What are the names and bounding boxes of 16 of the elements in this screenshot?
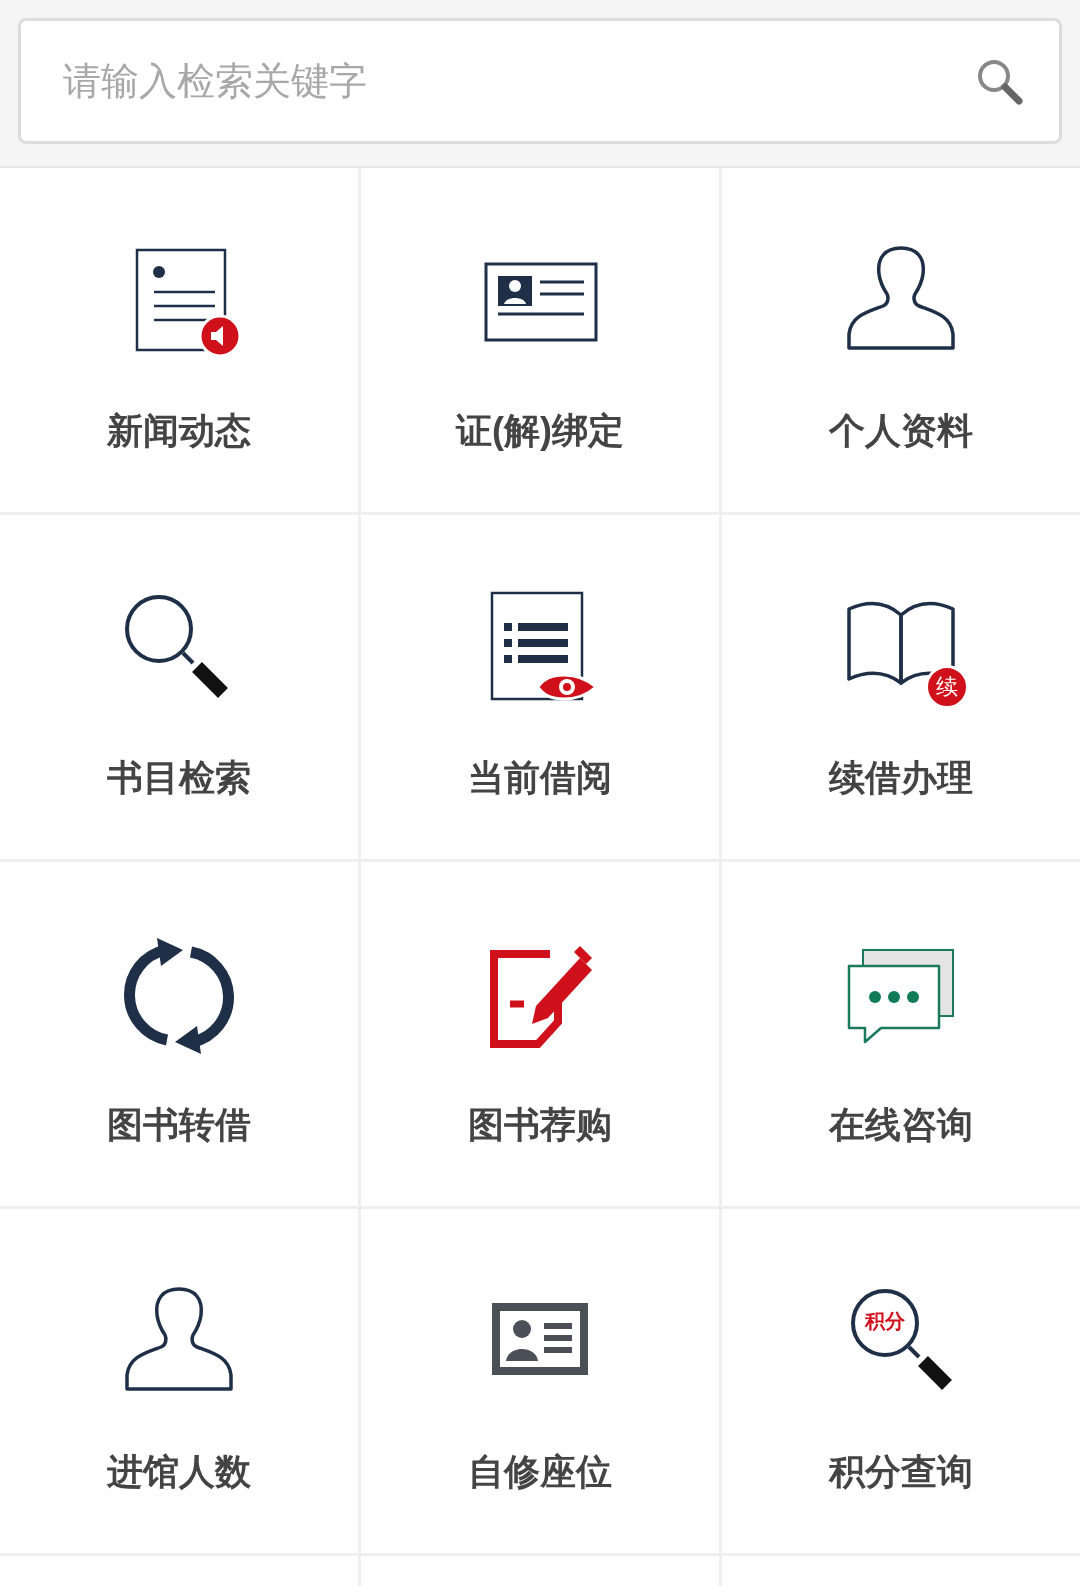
menu-tile[interactable]: 证(解)绑定: [361, 168, 719, 512]
menu-tile[interactable]: 续 续借办理: [722, 515, 1080, 859]
search-icon[interactable]: [975, 57, 1023, 105]
menu-tile[interactable]: 图书转借: [0, 862, 358, 1206]
menu-tile[interactable]: 书目检索: [0, 515, 358, 859]
menu-tile[interactable]: 在线咨询: [722, 862, 1080, 1206]
menu-tile[interactable]: 进馆人数: [0, 1209, 358, 1553]
menu-tile[interactable]: 新闻动态: [0, 168, 358, 512]
menu-tile[interactable]: 积分 积分查询: [722, 1209, 1080, 1553]
search-bar[interactable]: 请输入检索关键字: [18, 18, 1062, 144]
badge: 续: [925, 665, 969, 709]
menu-tile[interactable]: 自修座位: [361, 1209, 719, 1553]
menu-tile[interactable]: 当前借阅: [361, 515, 719, 859]
menu-tile[interactable]: 图书荐购: [361, 862, 719, 1206]
menu-tile[interactable]: 个人资料: [722, 168, 1080, 512]
icon-text: 积分: [863, 1311, 906, 1331]
